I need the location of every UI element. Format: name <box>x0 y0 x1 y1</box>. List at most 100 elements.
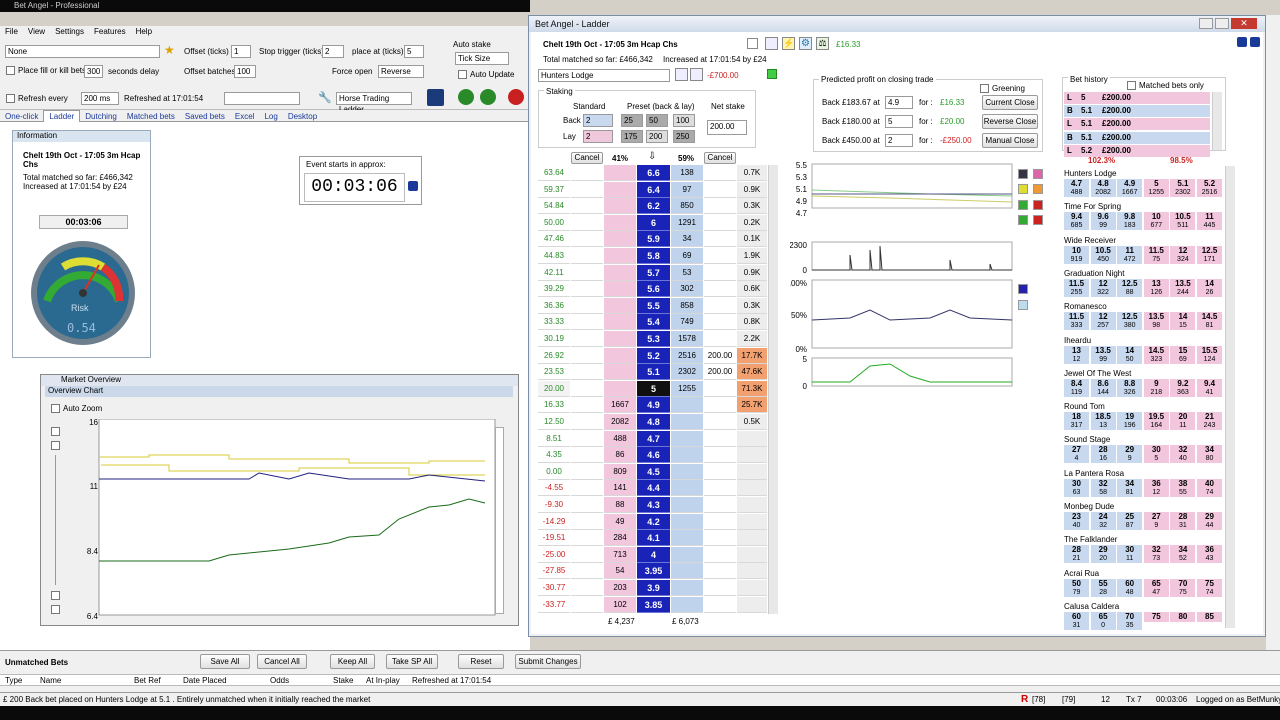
ladder-lay-cell[interactable] <box>671 430 703 447</box>
ladder-my-back-cell[interactable] <box>571 364 603 381</box>
ladder-price-cell[interactable]: 5.2 <box>637 347 670 364</box>
ladder-price-cell[interactable]: 4 <box>637 546 670 563</box>
ladder-my-back-cell[interactable] <box>571 380 603 397</box>
ladder-my-lay-cell[interactable] <box>704 463 736 480</box>
ladder-my-lay-cell[interactable] <box>704 414 736 430</box>
ladder-my-back-cell[interactable] <box>571 414 603 430</box>
ladder-back-cell[interactable]: 54 <box>604 563 636 580</box>
ladder-my-lay-cell[interactable] <box>704 297 736 314</box>
ladder-my-lay-cell[interactable] <box>704 331 736 347</box>
chart-small-icon[interactable] <box>747 38 758 49</box>
ladder-my-back-cell[interactable] <box>571 181 603 198</box>
settings-small-icon[interactable] <box>408 181 418 191</box>
back-preset-1[interactable]: 25 <box>621 114 643 127</box>
pin-icon[interactable] <box>1250 37 1260 47</box>
ladder-back-cell[interactable] <box>604 380 636 397</box>
back-preset-2[interactable]: 50 <box>646 114 668 127</box>
keep-all-button[interactable]: Keep All <box>330 654 375 669</box>
ladder-price-cell[interactable]: 4.6 <box>637 447 670 464</box>
wrench-icon[interactable]: 🔧 <box>318 91 332 104</box>
chart-toggle-6[interactable] <box>1033 200 1043 210</box>
ladder-price-cell[interactable]: 5.8 <box>637 248 670 264</box>
ladder-graph-icon[interactable] <box>690 68 703 81</box>
ladder-my-lay-cell[interactable]: 200.00 <box>704 364 736 381</box>
lightning-icon[interactable]: ⚡ <box>782 37 795 50</box>
ladder-back-cell[interactable]: 88 <box>604 497 636 513</box>
ladder-my-lay-cell[interactable] <box>704 563 736 580</box>
menu-features[interactable]: Features <box>94 27 126 36</box>
ladder-back-cell[interactable] <box>604 364 636 381</box>
grid-icon[interactable] <box>427 89 444 106</box>
ladder-lay-cell[interactable]: 1291 <box>671 214 703 231</box>
predicted-odds-input[interactable]: 5 <box>885 115 913 128</box>
ladder-back-cell[interactable]: 203 <box>604 580 636 596</box>
ladder-price-cell[interactable]: 5.4 <box>637 314 670 331</box>
ladder-my-back-cell[interactable] <box>571 264 603 281</box>
ladder-back-cell[interactable]: 102 <box>604 596 636 613</box>
ladder-back-cell[interactable] <box>604 231 636 248</box>
tab-matched-bets[interactable]: Matched bets <box>122 111 180 122</box>
ladder-my-back-cell[interactable] <box>571 198 603 215</box>
runner-item[interactable]: Hunters Lodge 4.7 488 4.8 2082 4.9 1667 5 1255 5.… <box>1063 169 1225 202</box>
runner-price[interactable]: 75 <box>1143 611 1169 622</box>
refresh-checkbox[interactable] <box>6 94 15 104</box>
ladder-price-cell[interactable]: 5.6 <box>637 281 670 298</box>
ladder-my-lay-cell[interactable] <box>704 480 736 497</box>
chart-toggle-8[interactable] <box>1033 215 1043 225</box>
ladder-back-cell[interactable]: 713 <box>604 546 636 563</box>
ladder-my-lay-cell[interactable] <box>704 198 736 215</box>
bet-history-row[interactable]: B 5.1 £200.00 <box>1064 131 1210 144</box>
cancel-all-button[interactable]: Cancel All <box>257 654 307 669</box>
maximize-icon[interactable] <box>1215 18 1229 29</box>
ladder-my-back-cell[interactable] <box>571 297 603 314</box>
ladder-back-cell[interactable]: 1667 <box>604 397 636 414</box>
app-select[interactable]: Horse Trading Ladder <box>336 92 412 114</box>
ladder-price-cell[interactable]: 4.1 <box>637 530 670 547</box>
tab-desktop[interactable]: Desktop <box>283 111 322 122</box>
ladder-my-back-cell[interactable] <box>571 546 603 563</box>
cancel-back-button[interactable]: Cancel <box>571 152 603 164</box>
runner-item[interactable]: Jewel Of The West 8.4 119 8.6 144 8.8 326 9 218 9… <box>1063 369 1225 402</box>
ladder-my-lay-cell[interactable] <box>704 513 736 530</box>
ladder-lay-cell[interactable] <box>671 463 703 480</box>
ladder-price-cell[interactable]: 5.5 <box>637 297 670 314</box>
ladder-back-cell[interactable] <box>604 165 636 181</box>
runner-item[interactable]: Iheardu 13 12 13.5 99 14 50 14.5 323 15 69 15.5 124 <box>1063 336 1225 369</box>
fill-kill-input[interactable]: 300 <box>84 65 103 78</box>
ladder-my-back-cell[interactable] <box>571 314 603 331</box>
greening-checkbox[interactable] <box>980 84 989 94</box>
ladder-lay-cell[interactable]: 1578 <box>671 331 703 347</box>
runner-item[interactable]: Monbeg Dude 23 40 24 32 25 87 27 9 28 31 29 44 <box>1063 502 1225 535</box>
ladder-my-lay-cell[interactable] <box>704 165 736 181</box>
ladder-lay-cell[interactable] <box>671 414 703 430</box>
ladder-chart-icon[interactable] <box>675 68 688 81</box>
ladder-back-cell[interactable] <box>604 297 636 314</box>
ladder-back-cell[interactable] <box>604 214 636 231</box>
ladder-price-cell[interactable]: 4.9 <box>637 397 670 414</box>
runner-item[interactable]: The Falklander 28 21 29 20 30 11 32 73 34 52 36 43 <box>1063 535 1225 568</box>
ladder-my-back-cell[interactable] <box>571 497 603 513</box>
ladder-back-cell[interactable] <box>604 198 636 215</box>
predicted-odds-input[interactable]: 4.9 <box>885 96 913 109</box>
lay-preset-1[interactable]: 175 <box>621 130 643 143</box>
ladder-lay-cell[interactable]: 2302 <box>671 364 703 381</box>
lay-stake-input[interactable]: 2 <box>583 130 613 143</box>
predicted-close-button[interactable]: Current Close <box>982 95 1038 110</box>
ladder-my-back-cell[interactable] <box>571 480 603 497</box>
ladder-back-cell[interactable] <box>604 281 636 298</box>
ladder-my-back-cell[interactable] <box>571 231 603 248</box>
chart-toggle-7[interactable] <box>1018 215 1028 225</box>
scales-icon[interactable]: ⚖ <box>816 37 829 50</box>
ladder-my-lay-cell[interactable] <box>704 264 736 281</box>
ladder-lay-cell[interactable] <box>671 546 703 563</box>
runner-price[interactable]: 85 <box>1197 611 1222 622</box>
ladder-back-cell[interactable]: 284 <box>604 530 636 547</box>
fill-kill-checkbox[interactable] <box>6 66 15 76</box>
ladder-my-back-cell[interactable] <box>571 463 603 480</box>
ladder-price-cell[interactable]: 4.2 <box>637 513 670 530</box>
ladder-lay-cell[interactable] <box>671 480 703 497</box>
ladder-price-cell[interactable]: 5.3 <box>637 331 670 347</box>
ladder-lay-cell[interactable] <box>671 596 703 613</box>
menu-settings[interactable]: Settings <box>55 27 84 36</box>
chart-toggle-2[interactable] <box>1033 169 1043 179</box>
